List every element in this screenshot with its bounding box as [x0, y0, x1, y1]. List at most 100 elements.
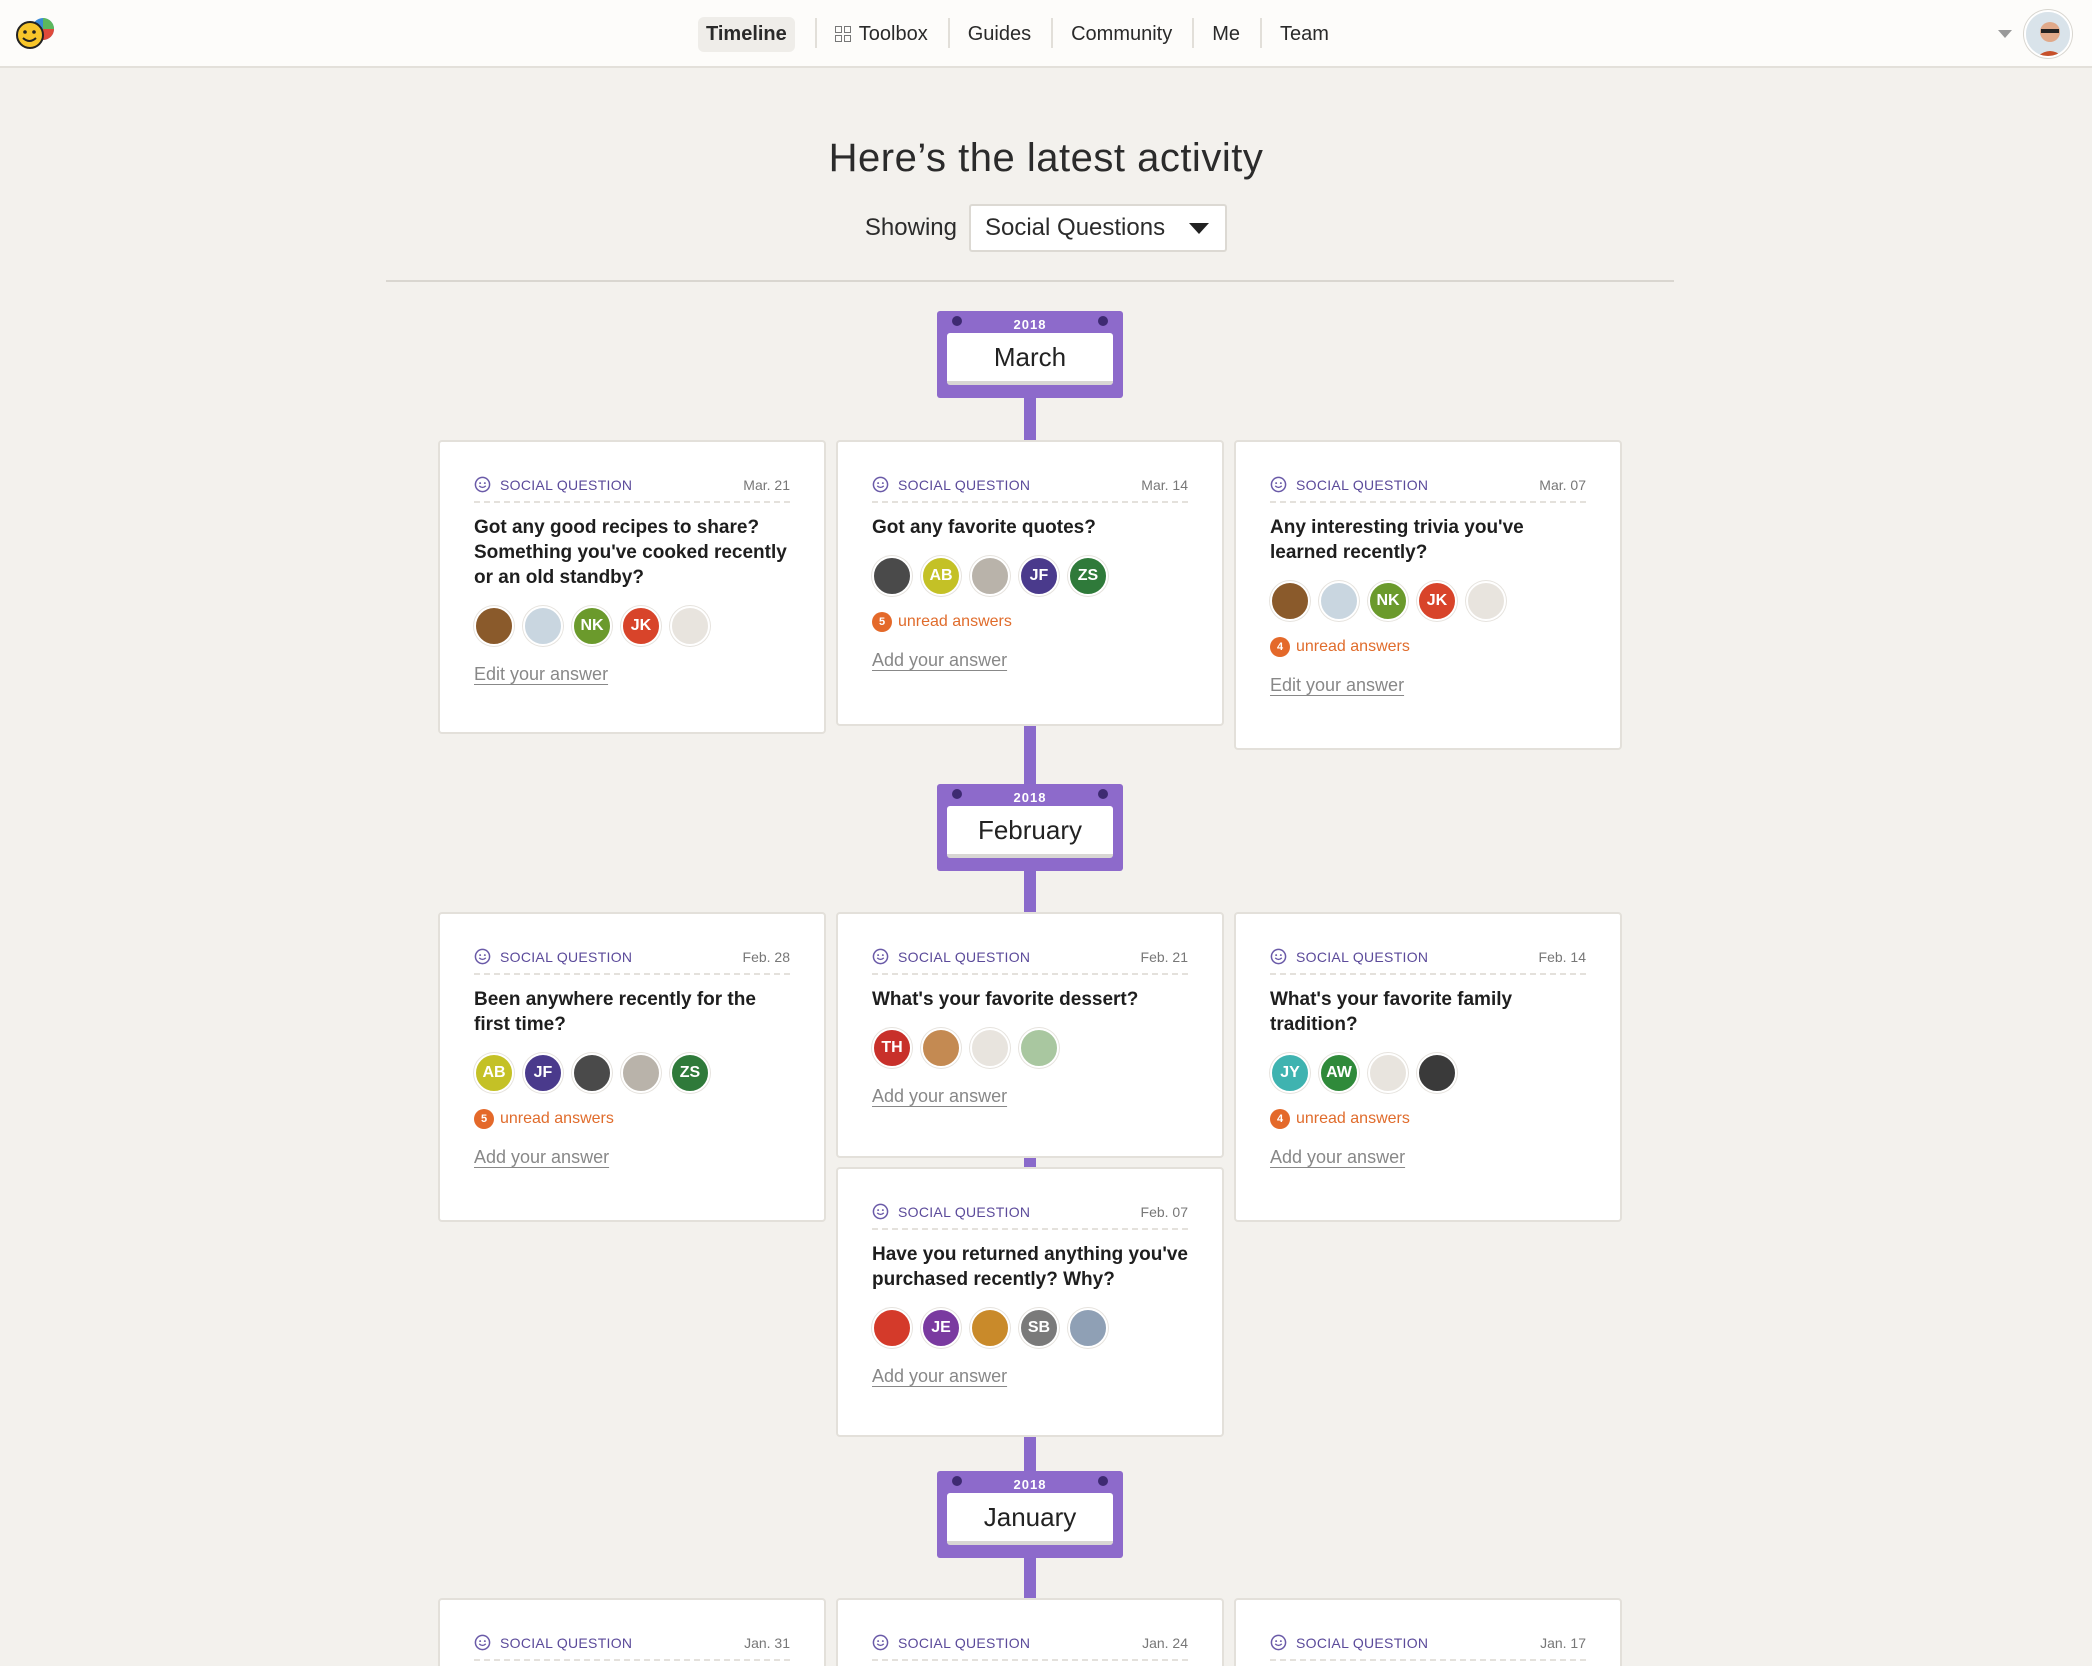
question-card[interactable]: SOCIAL QUESTION Feb. 28 Been anywhere re…	[438, 912, 826, 1222]
card-tag-label: SOCIAL QUESTION	[500, 476, 633, 493]
avatar[interactable]: ZS	[1068, 556, 1108, 596]
grid-icon	[834, 26, 851, 42]
card-tag: SOCIAL QUESTION	[1270, 1634, 1428, 1651]
add-answer-link[interactable]: Add your answer	[872, 650, 1007, 671]
avatar[interactable]: AB	[921, 556, 961, 596]
avatar[interactable]: JF	[523, 1053, 563, 1093]
card-question[interactable]: Any interesting trivia you've learned re…	[1270, 515, 1586, 565]
avatar[interactable]: SB	[1019, 1308, 1059, 1348]
card-question[interactable]: Got any good recipes to share? Something…	[474, 515, 790, 590]
card-question[interactable]: What's your favorite family tradition?	[1270, 987, 1586, 1037]
question-card[interactable]: SOCIAL QUESTION Mar. 07 Any interesting …	[1234, 440, 1622, 750]
avatar[interactable]: JE	[921, 1308, 961, 1348]
avatar[interactable]	[1270, 581, 1310, 621]
card-header: SOCIAL QUESTION Feb. 21	[872, 948, 1188, 975]
avatar[interactable]	[474, 606, 514, 646]
app-logo-icon[interactable]	[14, 16, 60, 50]
avatar[interactable]	[1019, 1028, 1059, 1068]
avatar[interactable]	[872, 1308, 912, 1348]
nav-me[interactable]: Me	[1192, 14, 1260, 54]
unread-count-badge: 5	[872, 612, 892, 632]
unread-answers[interactable]: 5 unread answers	[872, 612, 1188, 632]
avatar[interactable]	[970, 1308, 1010, 1348]
nav-toolbox[interactable]: Toolbox	[814, 14, 948, 54]
avatar[interactable]: AW	[1319, 1053, 1359, 1093]
question-card[interactable]: SOCIAL QUESTION Feb. 14 What's your favo…	[1234, 912, 1622, 1222]
unread-answers[interactable]: 4 unread answers	[1270, 1109, 1586, 1129]
avatar[interactable]: TH	[872, 1028, 912, 1068]
nav-team[interactable]: Team	[1260, 14, 1349, 54]
unread-answers[interactable]: 5 unread answers	[474, 1109, 790, 1129]
avatar[interactable]: ZS	[670, 1053, 710, 1093]
answer-avatars: JE SB	[872, 1308, 1188, 1348]
avatar[interactable]: JK	[621, 606, 661, 646]
avatar[interactable]	[1319, 581, 1359, 621]
add-answer-link[interactable]: Add your answer	[1270, 1147, 1405, 1168]
card-date: Mar. 21	[743, 476, 790, 493]
chevron-down-icon[interactable]	[1998, 30, 2012, 38]
card-date: Jan. 31	[744, 1634, 790, 1651]
avatar[interactable]: JK	[1417, 581, 1457, 621]
edit-answer-link[interactable]: Edit your answer	[1270, 675, 1404, 696]
smile-icon	[474, 476, 491, 493]
smile-icon	[1270, 1634, 1287, 1651]
avatar[interactable]	[1068, 1308, 1108, 1348]
top-nav-bar: Timeline Toolbox Guides Community Me Tea…	[0, 0, 2092, 68]
question-card[interactable]: SOCIAL QUESTION Feb. 21 What's your favo…	[836, 912, 1224, 1158]
question-card[interactable]: SOCIAL QUESTION Jan. 31	[438, 1598, 826, 1666]
card-date: Feb. 28	[742, 948, 790, 965]
avatar[interactable]	[523, 606, 563, 646]
avatar[interactable]: JF	[1019, 556, 1059, 596]
question-card[interactable]: SOCIAL QUESTION Feb. 07 Have you returne…	[836, 1167, 1224, 1437]
card-question[interactable]: Got any favorite quotes?	[872, 515, 1188, 540]
smile-icon	[872, 1634, 889, 1651]
question-card[interactable]: SOCIAL QUESTION Mar. 21 Got any good rec…	[438, 440, 826, 734]
card-header: SOCIAL QUESTION Jan. 24	[872, 1634, 1188, 1661]
showing-label: Showing	[864, 214, 957, 241]
avatar[interactable]	[572, 1053, 612, 1093]
smile-icon	[474, 948, 491, 965]
nav-timeline[interactable]: Timeline	[678, 14, 815, 54]
unread-count-badge: 4	[1270, 1109, 1290, 1129]
avatar[interactable]	[1417, 1053, 1457, 1093]
answer-avatars: AB JF ZS	[474, 1053, 790, 1093]
nav-guides[interactable]: Guides	[947, 14, 1051, 54]
user-menu[interactable]	[1998, 10, 2072, 58]
unread-count-badge: 4	[1270, 637, 1290, 657]
avatar[interactable]: NK	[572, 606, 612, 646]
card-date: Mar. 14	[1141, 476, 1188, 493]
user-avatar[interactable]	[2024, 10, 2072, 58]
question-card[interactable]: SOCIAL QUESTION Jan. 24	[836, 1598, 1224, 1666]
question-card[interactable]: SOCIAL QUESTION Jan. 17	[1234, 1598, 1622, 1666]
card-question[interactable]: What's your favorite dessert?	[872, 987, 1188, 1012]
avatar[interactable]	[621, 1053, 661, 1093]
month-sign-march: 2018 March	[937, 311, 1123, 398]
avatar[interactable]	[921, 1028, 961, 1068]
avatar[interactable]	[670, 606, 710, 646]
card-question[interactable]: Have you returned anything you've purcha…	[872, 1242, 1188, 1292]
card-tag-label: SOCIAL QUESTION	[898, 948, 1031, 965]
add-answer-link[interactable]: Add your answer	[474, 1147, 609, 1168]
avatar[interactable]	[1466, 581, 1506, 621]
card-question[interactable]: Been anywhere recently for the first tim…	[474, 987, 790, 1037]
avatar[interactable]	[970, 556, 1010, 596]
question-card[interactable]: SOCIAL QUESTION Mar. 14 Got any favorite…	[836, 440, 1224, 726]
add-answer-link[interactable]: Add your answer	[872, 1086, 1007, 1107]
card-tag: SOCIAL QUESTION	[474, 476, 632, 493]
avatar[interactable]	[1368, 1053, 1408, 1093]
avatar[interactable]: NK	[1368, 581, 1408, 621]
answer-avatars: NK JK	[474, 606, 790, 646]
add-answer-link[interactable]: Add your answer	[872, 1366, 1007, 1387]
edit-answer-link[interactable]: Edit your answer	[474, 664, 608, 685]
card-tag-label: SOCIAL QUESTION	[898, 1634, 1031, 1651]
avatar[interactable]: AB	[474, 1053, 514, 1093]
avatar[interactable]: JY	[1270, 1053, 1310, 1093]
activity-filter-select[interactable]: Social Questions	[968, 204, 1228, 252]
avatar[interactable]	[872, 556, 912, 596]
nav-community[interactable]: Community	[1051, 14, 1192, 54]
unread-answers[interactable]: 4 unread answers	[1270, 637, 1586, 657]
answer-avatars: NK JK	[1270, 581, 1586, 621]
card-date: Jan. 17	[1540, 1634, 1586, 1651]
avatar[interactable]	[970, 1028, 1010, 1068]
card-header: SOCIAL QUESTION Mar. 14	[872, 476, 1188, 503]
